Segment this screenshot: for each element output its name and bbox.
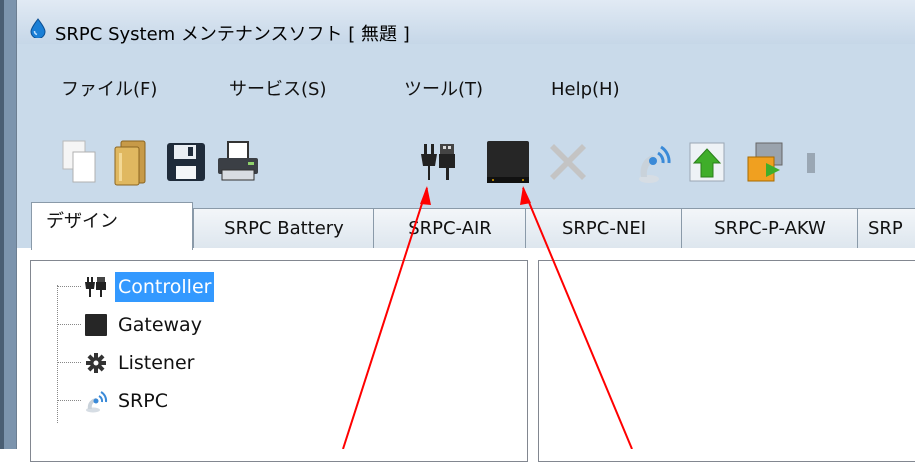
export-button[interactable] bbox=[739, 136, 789, 188]
window-title: SRPC System メンテナンスソフト [ 無題 ] bbox=[55, 24, 410, 45]
tree-connector bbox=[57, 285, 58, 423]
title-bar[interactable]: SRPC System メンテナンスソフト [ 無題 ] bbox=[17, 0, 915, 45]
new-document-icon bbox=[62, 140, 96, 183]
controller-plug-icon bbox=[85, 277, 106, 297]
tab-srp-partial[interactable]: SRP bbox=[857, 208, 915, 248]
tree-label-gateway: Gateway bbox=[118, 314, 202, 336]
upload-button[interactable] bbox=[683, 136, 733, 188]
srpc-button[interactable] bbox=[627, 136, 677, 188]
menu-help[interactable]: Help(H) bbox=[551, 72, 620, 108]
tab-srpc-p-akw[interactable]: SRPC-P-AKW bbox=[681, 208, 859, 249]
gateway-device-icon bbox=[487, 141, 529, 183]
tab-srpc-battery[interactable]: SRPC Battery bbox=[193, 208, 375, 249]
controller-plug-icon bbox=[421, 144, 455, 180]
new-document-button[interactable] bbox=[55, 136, 105, 188]
tree-label-controller: Controller bbox=[115, 272, 215, 302]
toolbar bbox=[17, 126, 915, 196]
water-drop-icon bbox=[30, 18, 46, 38]
menu-tools[interactable]: ツール(T) bbox=[404, 72, 483, 108]
save-icon bbox=[167, 143, 205, 181]
tab-strip: デザイン SRPC Battery SRPC-AIR SRPC-NEI SRPC… bbox=[17, 202, 915, 250]
tab-srpc-air[interactable]: SRPC-AIR bbox=[373, 208, 527, 249]
menu-service[interactable]: サービス(S) bbox=[229, 72, 326, 108]
menu-file[interactable]: ファイル(F) bbox=[61, 72, 157, 108]
srpc-antenna-icon bbox=[639, 145, 671, 183]
controller-button[interactable] bbox=[413, 136, 463, 188]
device-tree[interactable]: Controller Gateway Listener SRPC bbox=[30, 260, 528, 462]
tab-srpc-nei[interactable]: SRPC-NEI bbox=[525, 208, 683, 249]
properties-panel[interactable] bbox=[538, 260, 915, 462]
design-tab-content: Controller Gateway Listener SRPC bbox=[17, 248, 915, 462]
open-folder-icon bbox=[114, 140, 146, 186]
menu-bar: ファイル(F) サービス(S) ツール(T) Help(H) bbox=[17, 72, 915, 108]
upload-icon bbox=[689, 142, 725, 182]
gateway-device-icon bbox=[85, 314, 107, 336]
desktop-edge bbox=[0, 0, 4, 449]
gateway-button[interactable] bbox=[483, 136, 533, 188]
open-folder-button[interactable] bbox=[107, 136, 157, 188]
print-button[interactable] bbox=[213, 136, 263, 188]
gear-icon bbox=[86, 353, 106, 373]
overflow-tool-icon bbox=[803, 136, 817, 188]
srpc-antenna-icon bbox=[86, 391, 108, 413]
export-icon bbox=[747, 142, 783, 182]
save-button[interactable] bbox=[161, 136, 211, 188]
tab-design[interactable]: デザイン bbox=[31, 202, 193, 250]
print-icon bbox=[218, 141, 258, 181]
tree-label-listener: Listener bbox=[118, 352, 195, 374]
tree-label-srpc: SRPC bbox=[118, 390, 168, 412]
app-window: SRPC System メンテナンスソフト [ 無題 ] ファイル(F) サービ… bbox=[16, 0, 915, 462]
delete-button[interactable] bbox=[543, 136, 593, 188]
delete-icon bbox=[550, 144, 586, 180]
